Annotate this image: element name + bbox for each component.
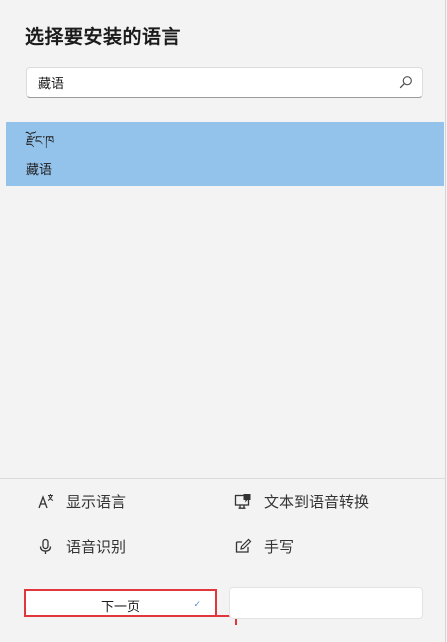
- next-button-label: 下一页: [100, 600, 140, 615]
- divider: [0, 478, 446, 479]
- feature-speech-recognition: 语音识别: [37, 536, 126, 557]
- feature-label: 显示语言: [66, 493, 127, 511]
- language-native-name: རྫོང་ཁ: [26, 134, 55, 149]
- language-result-item[interactable]: རྫོང་ཁ 藏语: [6, 122, 444, 186]
- language-name: 藏语: [26, 163, 53, 178]
- feature-text-to-speech: 文本到语音转换: [234, 491, 369, 512]
- check-icon: ✓: [193, 600, 201, 610]
- language-install-dialog: 选择要安装的语言 རྫོང་ཁ 藏语 显示语言 文本到语音转换: [0, 0, 446, 642]
- feature-label: 手写: [264, 538, 295, 556]
- handwriting-icon: [235, 538, 252, 553]
- cancel-button[interactable]: [229, 587, 423, 619]
- feature-handwriting: 手写: [234, 536, 294, 557]
- feature-label: 语音识别: [66, 538, 127, 556]
- text-to-speech-icon: [234, 494, 251, 509]
- search-box[interactable]: [26, 67, 423, 98]
- language-results-list: རྫོང་ཁ 藏语: [6, 122, 444, 186]
- search-input[interactable]: [27, 68, 387, 97]
- microphone-icon: [39, 538, 52, 554]
- dialog-title: 选择要安装的语言: [25, 26, 182, 48]
- next-button[interactable]: 下一页 ✓: [24, 589, 217, 617]
- display-language-icon: [38, 494, 54, 509]
- feature-display-language: 显示语言: [37, 491, 126, 512]
- feature-label: 文本到语音转换: [264, 493, 370, 511]
- search-icon[interactable]: [399, 75, 413, 89]
